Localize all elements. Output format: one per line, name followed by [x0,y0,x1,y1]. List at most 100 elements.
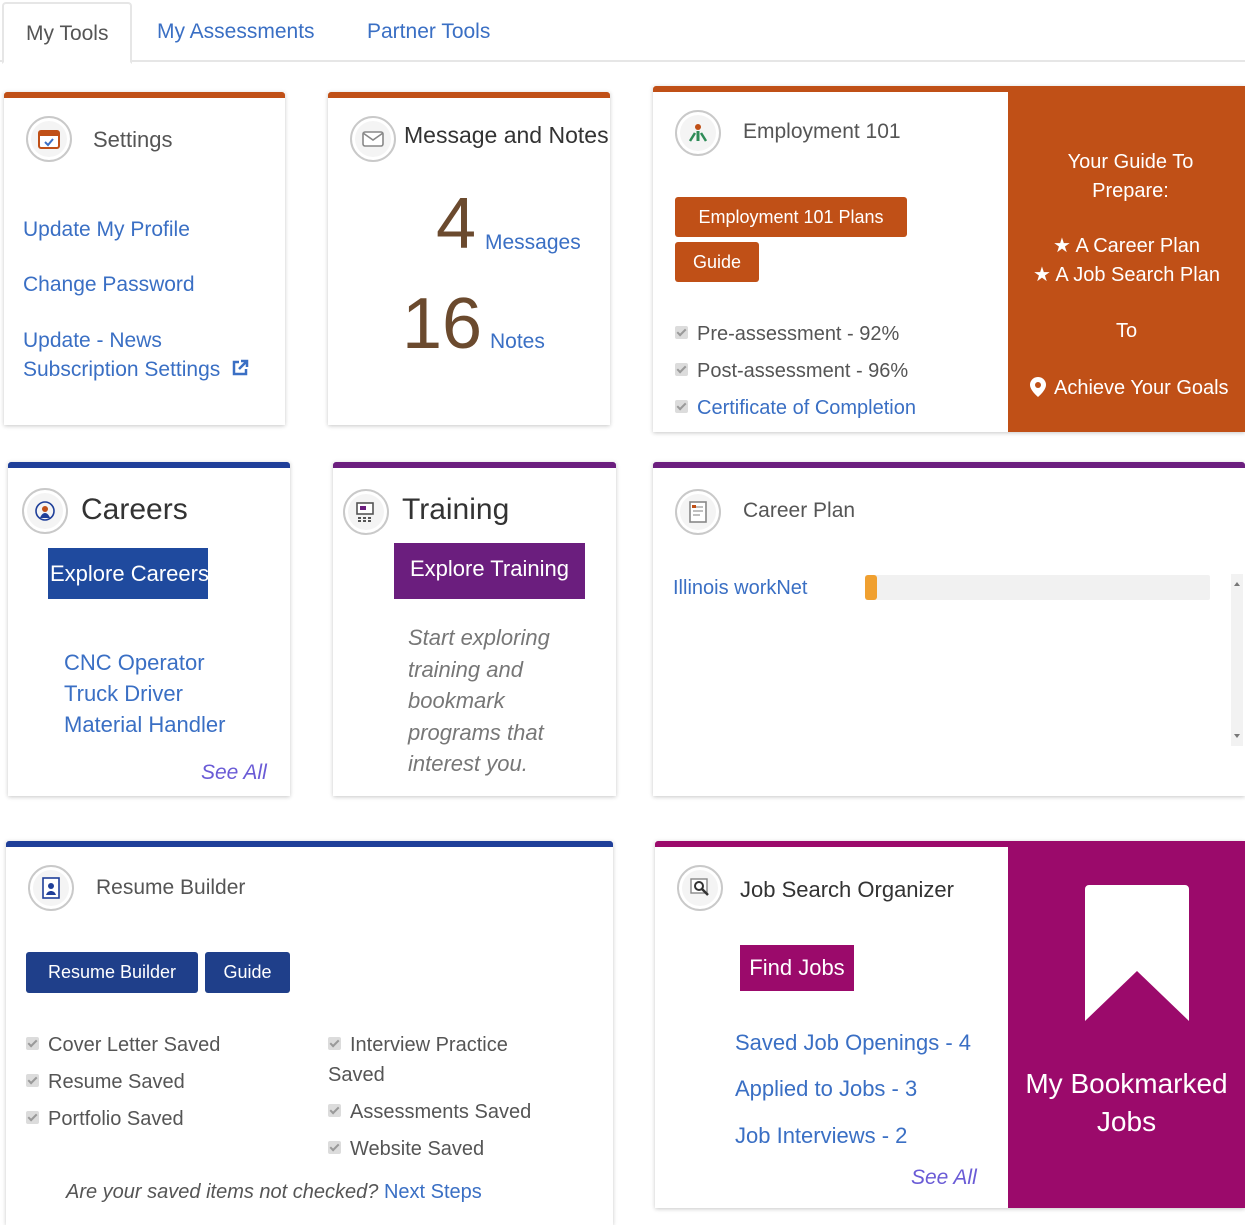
certificate-check: Certificate of Completion [675,393,916,423]
resume-footer: Are your saved items not checked? Next S… [66,1177,482,1207]
employment-card: Employment 101 Employment 101 Plans Guid… [653,86,1245,432]
tab-my-tools[interactable]: My Tools [2,2,133,64]
bookmark-icon [1085,885,1189,1021]
career-plan-scrollbar[interactable] [1231,574,1243,746]
subscription-settings-link[interactable]: Subscription Settings [23,355,250,384]
card-accent-bar [653,462,1245,468]
career-link-material-handler[interactable]: Material Handler [64,710,225,739]
messages-title: Message and Notes [404,122,609,148]
promo-item-job-search-plan: ★ A Job Search Plan [1033,264,1220,286]
find-jobs-button[interactable]: Find Jobs [740,945,854,991]
scroll-up-arrow-icon[interactable] [1234,582,1240,586]
saved-job-openings-link[interactable]: Saved Job Openings - 4 [735,1028,971,1057]
messages-card: Message and Notes 4 Messages 16 Notes [328,92,610,425]
messages-link[interactable]: Messages [485,228,581,257]
career-plan-card: Career Plan Illinois workNet [653,462,1245,796]
resume-footer-question: Are your saved items not checked? [66,1181,379,1203]
post-assessment-check: Post-assessment - 96% [675,356,908,386]
resume-builder-title: Resume Builder [96,876,246,899]
card-accent-bar [328,92,610,98]
change-password-link[interactable]: Change Password [23,270,195,299]
settings-title: Settings [93,127,173,152]
envelope-icon [350,116,396,162]
note-count: 16 [402,284,483,364]
portfolio-check: Portfolio Saved [26,1104,184,1134]
tab-partner-tools[interactable]: Partner Tools [345,2,512,62]
bookmarked-jobs-panel[interactable]: My Bookmarked Jobs [1008,841,1245,1208]
classroom-icon [343,489,389,535]
notes-link[interactable]: Notes [490,327,545,356]
career-plan-title: Career Plan [743,499,856,522]
globe-people-icon [22,488,68,534]
people-icon [675,110,721,156]
assessments-check: Assessments Saved [328,1097,531,1127]
resume-saved-check: Resume Saved [26,1067,185,1097]
card-accent-bar [4,92,285,98]
website-check: Website Saved [328,1134,484,1164]
careers-title: Careers [81,493,188,526]
promo-item-career-plan: ★ A Career Plan [1053,235,1200,257]
promo-goal: Achieve Your Goals [1030,374,1245,403]
career-link-cnc-operator[interactable]: CNC Operator [64,648,205,677]
checkbox-icon [26,1037,39,1050]
illinois-worknet-link[interactable]: Illinois workNet [673,574,807,603]
tab-bar: My Tools My Assessments Partner Tools [0,0,1245,64]
training-description: Start exploring training and bookmark pr… [408,625,550,776]
employment-plans-button[interactable]: Employment 101 Plans [675,197,907,237]
checkbox-icon [675,400,688,413]
checkbox-icon [675,363,688,376]
certificate-link[interactable]: Certificate of Completion [697,397,916,419]
card-accent-bar [6,841,613,847]
update-news-link[interactable]: Update - News [23,326,162,355]
checkbox-icon [328,1141,341,1154]
calendar-icon [26,116,72,162]
magnifier-icon [677,865,723,911]
message-count: 4 [436,184,477,264]
promo-to: To [1115,320,1138,342]
map-marker-icon [1030,377,1046,397]
promo-heading: Your Guide To Prepare: [1067,151,1194,202]
career-plan-progress-bar [865,575,1210,600]
explore-careers-button[interactable]: Explore Careers [48,548,208,599]
checkbox-icon [328,1037,341,1050]
resume-guide-button[interactable]: Guide [205,952,290,993]
job-interviews-link[interactable]: Job Interviews - 2 [735,1121,907,1150]
next-steps-link[interactable]: Next Steps [384,1181,482,1203]
training-card: Training Explore Training Start explorin… [333,462,616,796]
employment-guide-button[interactable]: Guide [675,242,759,282]
settings-card: Settings Update My Profile Change Passwo… [4,92,285,425]
applied-to-jobs-link[interactable]: Applied to Jobs - 3 [735,1074,917,1103]
checkbox-icon [675,326,688,339]
update-profile-link[interactable]: Update My Profile [23,215,190,244]
scroll-down-arrow-icon[interactable] [1234,734,1240,738]
pre-assessment-check: Pre-assessment - 92% [675,319,899,349]
bookmarked-jobs-label: My Bookmarked Jobs [1025,1068,1228,1137]
star-icon: ★ [1053,235,1076,257]
tab-my-assessments[interactable]: My Assessments [135,2,337,62]
explore-training-button[interactable]: Explore Training [394,543,585,599]
employment-title: Employment 101 [743,120,901,143]
checkbox-icon [328,1104,341,1117]
checkbox-icon [26,1111,39,1124]
document-icon [675,489,721,535]
career-plan-progress-fill [865,575,877,600]
careers-see-all-link[interactable]: See All [201,761,267,785]
card-accent-bar [333,462,616,468]
card-accent-bar [8,462,290,468]
job-search-title: Job Search Organizer [740,877,954,902]
resume-builder-card: Resume Builder Resume Builder Guide Cove… [6,841,613,1225]
training-title: Training [402,493,510,526]
subscription-settings-label: Subscription Settings [23,358,221,381]
interview-practice-check: Interview Practice Saved [328,1034,508,1086]
careers-card: Careers Explore Careers CNC Operator Tru… [8,462,290,796]
employment-promo-panel[interactable]: Your Guide To Prepare: ★ A Career Plan ★… [1008,86,1245,432]
job-search-card: Job Search Organizer Find Jobs Saved Job… [655,841,1245,1208]
career-link-truck-driver[interactable]: Truck Driver [64,679,183,708]
star-icon: ★ [1033,264,1056,286]
checkbox-icon [26,1074,39,1087]
job-search-see-all-link[interactable]: See All [911,1166,977,1190]
cover-letter-check: Cover Letter Saved [26,1030,220,1060]
resume-builder-button[interactable]: Resume Builder [26,952,198,993]
resume-person-icon [28,865,74,911]
external-link-icon [232,359,249,376]
